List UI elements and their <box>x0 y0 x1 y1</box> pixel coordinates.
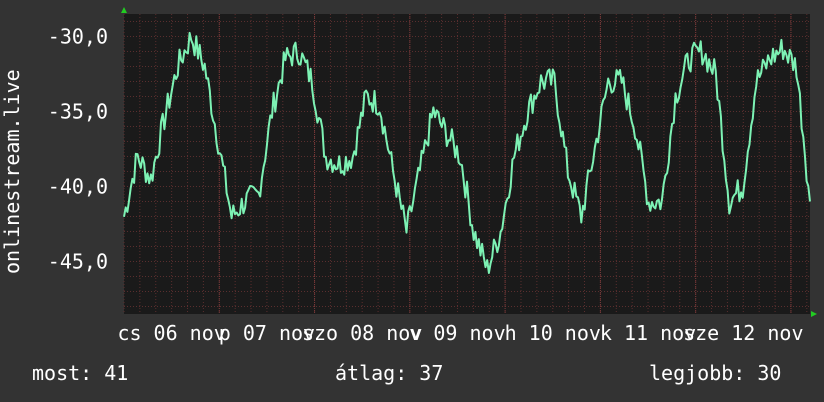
x-axis-ticks: cs 06 novp 07 novszo 08 novv 09 novh 10 … <box>117 321 803 345</box>
x-tick-label: cs 06 nov <box>117 321 225 345</box>
x-tick-label: p 07 nov <box>219 321 315 345</box>
y-axis-arrow-icon <box>121 7 127 13</box>
x-tick-label: v 09 nov <box>409 321 505 345</box>
x-tick-label: sze 12 nov <box>683 321 803 345</box>
y-tick-label: -30,0 <box>48 25 108 49</box>
y-axis-ticks: -30,0 -35,0 -40,0 -45,0 <box>48 25 108 274</box>
chart-panel: -30,0 -35,0 -40,0 -45,0 cs 06 nov p 07 nov sz… <box>0 0 824 402</box>
current-readout: most: 41 <box>32 361 129 385</box>
x-tick-label: szo 08 nov <box>302 321 422 345</box>
line-chart: -30,0-35,0-40,0-45,0 cs 06 novp 07 novsz… <box>0 7 817 345</box>
x-tick-label: h 10 nov <box>505 321 601 345</box>
average-readout: átlag: 37 <box>335 361 444 385</box>
x-tick-label: k 11 nov <box>600 321 696 345</box>
y-tick-label: -45,0 <box>48 250 108 274</box>
y-tick-label: -35,0 <box>48 100 108 124</box>
x-axis-arrow-icon <box>811 311 817 317</box>
y-axis-label: onlinestream.live <box>0 69 24 274</box>
best-readout: legjobb: 30 <box>649 361 782 385</box>
y-tick-label: -40,0 <box>48 175 108 199</box>
